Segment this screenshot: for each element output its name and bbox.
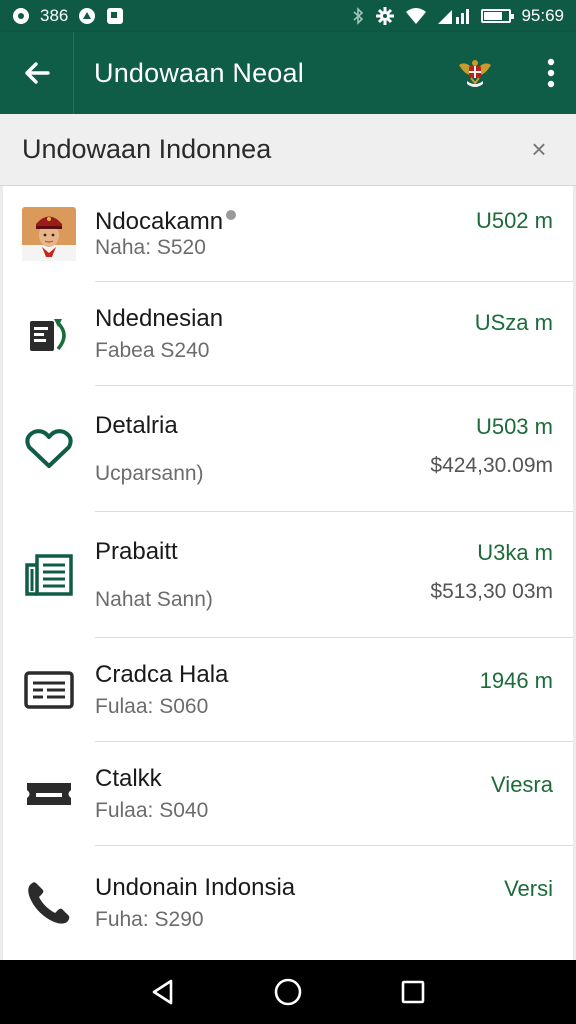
list-card-icon bbox=[3, 670, 95, 710]
avatar bbox=[3, 207, 95, 261]
status-bar: 386 95:69 bbox=[0, 0, 576, 32]
section-header: Undowaan Indonnea × bbox=[0, 114, 576, 186]
battery-icon bbox=[481, 9, 515, 23]
item-value: 1946 m bbox=[479, 668, 553, 693]
item-title: Undonain Indonsia bbox=[95, 874, 296, 901]
close-icon[interactable]: × bbox=[524, 134, 554, 165]
item-list: Ndocakamn Naha: S520 U502 m Ndednesian F… bbox=[3, 186, 573, 960]
heart-outline-icon bbox=[3, 427, 95, 471]
list-item[interactable]: Detalria Ucparsann) U503 m $424,30.09m bbox=[3, 386, 573, 512]
newspaper-icon bbox=[3, 553, 95, 597]
navigation-bar bbox=[0, 960, 576, 1024]
home-circle-icon bbox=[274, 978, 302, 1006]
square-icon bbox=[106, 7, 124, 25]
signal-icon bbox=[437, 7, 471, 25]
arrow-left-icon bbox=[24, 62, 50, 84]
bluetooth-icon bbox=[351, 7, 365, 25]
nav-home-button[interactable] bbox=[263, 967, 313, 1017]
item-subtitle: Fabea S240 bbox=[95, 339, 210, 362]
list-item[interactable]: Ndocakamn Naha: S520 U502 m bbox=[3, 186, 573, 282]
item-value: Versi bbox=[504, 876, 553, 901]
more-menu-button[interactable] bbox=[526, 32, 576, 114]
item-subtitle: Fuha: S290 bbox=[95, 908, 204, 931]
item-value: U502 m bbox=[475, 208, 553, 233]
nav-recents-button[interactable] bbox=[388, 967, 438, 1017]
list-item[interactable]: Ndednesian Fabea S240 USza m bbox=[3, 282, 573, 386]
item-amount: $513,30 03m bbox=[430, 580, 553, 603]
ticket-icon bbox=[3, 779, 95, 809]
wifi-icon bbox=[405, 7, 427, 25]
item-value: U3ka m bbox=[477, 540, 553, 565]
item-title: Ndocakamn bbox=[95, 208, 224, 235]
item-subtitle: Naha: S520 bbox=[95, 236, 206, 259]
section-title: Undowaan Indonnea bbox=[22, 134, 272, 164]
more-vert-icon bbox=[547, 58, 555, 88]
item-subtitle: Fulaa: S040 bbox=[95, 799, 209, 822]
item-value: Viesra bbox=[491, 772, 553, 797]
list-item[interactable]: Undonain Indonsia Fuha: S290 Versi bbox=[3, 846, 573, 960]
recents-square-icon bbox=[402, 980, 425, 1004]
app-bar-title: Undowaan Neoal bbox=[94, 57, 304, 88]
status-dot-icon bbox=[226, 210, 237, 220]
document-sync-icon bbox=[3, 309, 95, 359]
status-time: 95:69 bbox=[521, 6, 564, 25]
list-item[interactable]: Ctalkk Fulaa: S040 Viesra bbox=[3, 742, 573, 846]
garuda-emblem-icon[interactable] bbox=[454, 52, 496, 94]
list-item[interactable]: Cradca Hala Fulaa: S060 1946 m bbox=[3, 638, 573, 742]
item-amount: $424,30.09m bbox=[430, 454, 553, 477]
item-subtitle: Fulaa: S060 bbox=[95, 695, 209, 718]
back-button[interactable] bbox=[0, 32, 74, 114]
notification-icon bbox=[12, 7, 30, 25]
nav-back-button[interactable] bbox=[138, 967, 188, 1017]
app-bar: Undowaan Neoal bbox=[0, 32, 576, 114]
back-triangle-icon bbox=[152, 979, 172, 1005]
status-left-text: 386 bbox=[40, 6, 69, 25]
item-value: U503 m bbox=[475, 414, 553, 439]
settings-icon bbox=[375, 6, 395, 26]
item-value: USza m bbox=[474, 310, 553, 335]
circle-icon bbox=[78, 7, 96, 25]
list-item[interactable]: Prabaitt Nahat Sann) U3ka m $513,30 03m bbox=[3, 512, 573, 638]
phone-icon bbox=[3, 880, 95, 926]
